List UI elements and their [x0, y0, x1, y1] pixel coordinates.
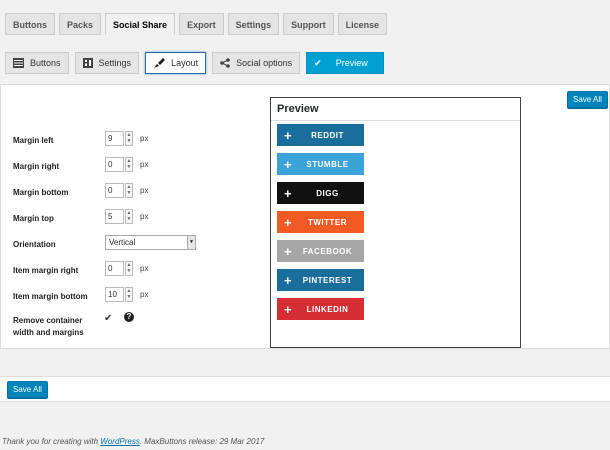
tab-support[interactable]: Support [283, 13, 334, 35]
subtab-social-options-label: Social options [236, 58, 293, 68]
plus-icon: + [283, 127, 293, 143]
preview-title: Preview [271, 98, 520, 121]
list-icon [13, 58, 24, 68]
share-button-facebook[interactable]: + FACEBOOK [277, 240, 364, 262]
subtab-layout[interactable]: Layout [145, 52, 207, 74]
margin-right-spinner[interactable]: ▲ ▼ [125, 157, 133, 172]
plus-icon: + [283, 156, 293, 172]
share-icon [220, 58, 230, 68]
margin-top-input[interactable]: 5 [105, 209, 124, 224]
share-button-label: PINTEREST [302, 275, 353, 285]
tab-buttons[interactable]: Buttons [5, 13, 55, 35]
margin-top-spinner[interactable]: ▲ ▼ [125, 209, 133, 224]
margin-right-unit: px [140, 160, 149, 169]
share-button-digg[interactable]: + DIGG [277, 182, 364, 204]
share-button-twitter[interactable]: + TWITTER [277, 211, 364, 233]
plus-icon: + [283, 301, 293, 317]
brush-icon [153, 57, 166, 69]
item-margin-right-label: Item margin right [13, 266, 79, 275]
margin-bottom-label: Margin bottom [13, 188, 69, 197]
share-button-label: TWITTER [307, 217, 348, 227]
chevron-down-icon: ▼ [187, 236, 195, 249]
margin-right-label: Margin right [13, 162, 60, 171]
share-button-pinterest[interactable]: + PINTEREST [277, 269, 364, 291]
item-margin-bottom-label: Item margin bottom [13, 292, 88, 301]
remove-container-label-2: width and margins [13, 328, 84, 337]
margin-bottom-spinner[interactable]: ▲ ▼ [125, 183, 133, 198]
checkmark-icon: ✔ [314, 58, 322, 68]
tab-social-share[interactable]: Social Share [105, 13, 176, 35]
save-all-button-bottom[interactable]: Save All [7, 381, 48, 398]
item-margin-right-input[interactable]: 0 [105, 261, 124, 276]
subtab-buttons[interactable]: Buttons [5, 52, 69, 74]
item-margin-bottom-unit: px [140, 290, 149, 299]
sub-tabs: Buttons Settings Layout Social options ✔… [5, 52, 390, 74]
margin-bottom-input[interactable]: 0 [105, 183, 124, 198]
share-button-label: STUMBLE [306, 159, 349, 169]
remove-container-checkbox[interactable]: ✔ [104, 313, 112, 324]
subtab-settings[interactable]: Settings [74, 52, 140, 74]
subtab-buttons-label: Buttons [30, 58, 61, 68]
item-margin-right-spinner[interactable]: ▲ ▼ [125, 261, 133, 276]
footer-prefix: Thank you for creating with [2, 437, 101, 446]
share-button-label: FACEBOOK [302, 246, 353, 256]
share-button-linkedin[interactable]: + LINKEDIN [277, 298, 364, 320]
footer: Thank you for creating with WordPress. M… [2, 437, 264, 446]
orientation-label: Orientation [13, 240, 56, 249]
margin-top-unit: px [140, 212, 149, 221]
help-icon[interactable]: ? [124, 312, 134, 322]
orientation-select[interactable]: Vertical ▼ [105, 235, 196, 250]
subtab-settings-label: Settings [98, 58, 132, 68]
orientation-value: Vertical [109, 238, 136, 247]
plus-icon: + [283, 272, 293, 288]
item-margin-bottom-spinner[interactable]: ▲ ▼ [125, 287, 133, 302]
share-button-label: REDDIT [311, 130, 344, 140]
remove-container-label-1: Remove container [13, 316, 83, 325]
share-button-label: DIGG [316, 188, 339, 198]
bottom-panel [0, 376, 610, 402]
main-tabs: Buttons Packs Social Share Export Settin… [5, 13, 391, 35]
plus-icon: + [283, 214, 293, 230]
margin-top-label: Margin top [13, 214, 54, 223]
margin-left-label: Margin left [13, 136, 54, 145]
margin-left-input[interactable]: 9 [105, 131, 124, 146]
share-button-stumble[interactable]: + STUMBLE [277, 153, 364, 175]
margin-bottom-unit: px [140, 186, 149, 195]
tab-export[interactable]: Export [179, 13, 224, 35]
plus-icon: + [283, 185, 293, 201]
margin-left-unit: px [140, 134, 149, 143]
footer-suffix: . MaxButtons release: 29 Mar 2017 [139, 437, 265, 446]
item-margin-bottom-input[interactable]: 10 [105, 287, 124, 302]
margin-left-spinner[interactable]: ▲ ▼ [125, 131, 133, 146]
settings-icon [82, 58, 93, 68]
item-margin-right-unit: px [140, 264, 149, 273]
tab-packs[interactable]: Packs [59, 13, 102, 35]
subtab-preview-label: Preview [335, 58, 368, 68]
save-all-button-top[interactable]: Save All [567, 91, 608, 108]
preview-box: Preview + REDDIT + STUMBLE + DIGG + TWITTER + FAC… [270, 97, 521, 348]
subtab-preview[interactable]: ✔ Preview [306, 52, 384, 74]
share-button-reddit[interactable]: + REDDIT [277, 124, 364, 146]
wordpress-link[interactable]: WordPress [100, 437, 140, 446]
tab-settings[interactable]: Settings [227, 13, 280, 35]
plus-icon: + [283, 243, 293, 259]
tab-license[interactable]: License [337, 13, 388, 35]
margin-right-input[interactable]: 0 [105, 157, 124, 172]
share-button-label: LINKEDIN [306, 304, 349, 314]
subtab-social-options[interactable]: Social options [212, 52, 301, 74]
subtab-layout-label: Layout [171, 58, 199, 68]
